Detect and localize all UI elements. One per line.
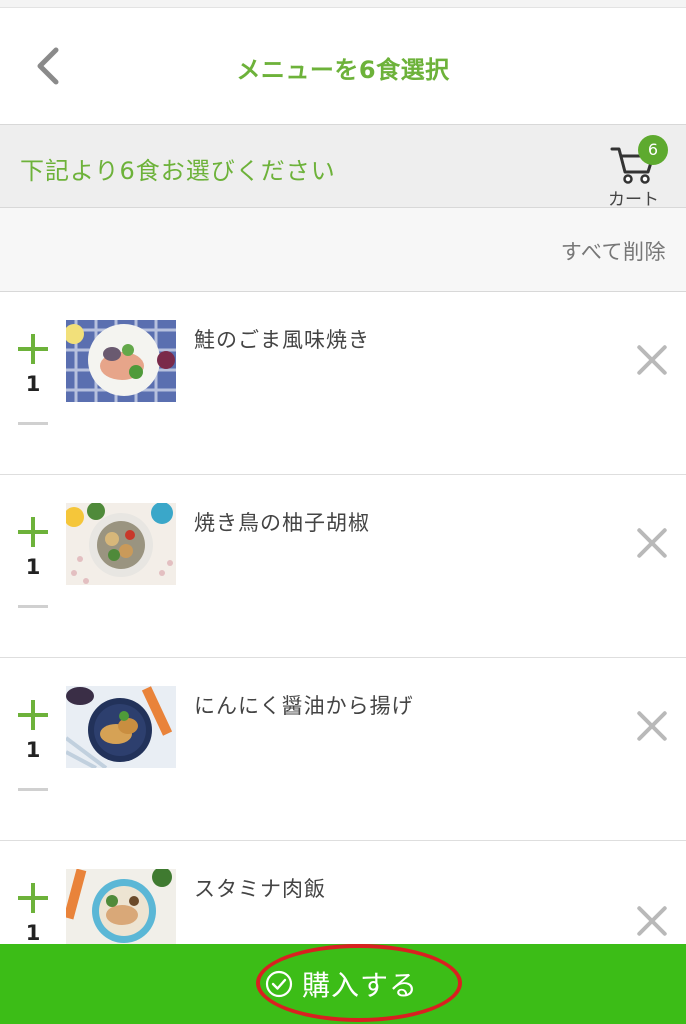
- selection-instruction: 下記より6食お選びください: [20, 157, 336, 185]
- remove-item-button[interactable]: [636, 527, 668, 559]
- decrease-quantity-button[interactable]: [18, 784, 48, 796]
- decrease-quantity-button[interactable]: [18, 601, 48, 613]
- purchase-button-content: 購入する: [264, 962, 418, 1006]
- increase-quantity-button[interactable]: [18, 334, 48, 364]
- menu-item: 1 にんにく醤油から揚げ: [0, 658, 686, 841]
- menu-item-thumbnail: [66, 320, 176, 402]
- menu-item-name: スタミナ肉飯: [194, 877, 326, 901]
- purchase-button-label: 購入する: [302, 969, 419, 1002]
- list-toolbar: すべて削除: [0, 208, 686, 292]
- decrease-quantity-button[interactable]: [18, 418, 48, 430]
- menu-item: 1 鮭のごま風味焼き: [0, 292, 686, 475]
- menu-item-name: 焼き鳥の柚子胡椒: [194, 511, 370, 535]
- selection-bar: 下記より6食お選びください 6 カート: [0, 124, 686, 210]
- quantity-value: 1: [25, 738, 41, 762]
- quantity-value: 1: [25, 372, 41, 396]
- menu-item-thumbnail: [66, 503, 176, 585]
- delete-all-button[interactable]: すべて削除: [561, 236, 666, 266]
- increase-quantity-button[interactable]: [18, 883, 48, 913]
- increase-quantity-button[interactable]: [18, 517, 48, 547]
- menu-item-name: にんにく醤油から揚げ: [194, 694, 414, 718]
- status-strip: [0, 0, 686, 8]
- quantity-value: 1: [25, 555, 41, 579]
- purchase-button[interactable]: 購入する: [0, 944, 686, 1024]
- menu-item-thumbnail: [66, 686, 176, 768]
- remove-item-button[interactable]: [636, 344, 668, 376]
- menu-item-thumbnail: [66, 869, 176, 951]
- check-circle-icon: [265, 970, 293, 998]
- menu-item: 1 焼き鳥の柚子胡椒: [0, 475, 686, 658]
- remove-item-button[interactable]: [636, 710, 668, 742]
- menu-item-name: 鮭のごま風味焼き: [194, 328, 370, 352]
- increase-quantity-button[interactable]: [18, 700, 48, 730]
- cart-button[interactable]: 6 カート: [600, 133, 678, 210]
- remove-item-button[interactable]: [636, 905, 668, 937]
- page-title: メニューを6食選択: [236, 56, 450, 84]
- cart-label: カート: [608, 190, 659, 210]
- cart-count-badge: 6: [638, 135, 668, 165]
- page-header: メニューを6食選択: [0, 8, 686, 124]
- quantity-value: 1: [25, 921, 41, 945]
